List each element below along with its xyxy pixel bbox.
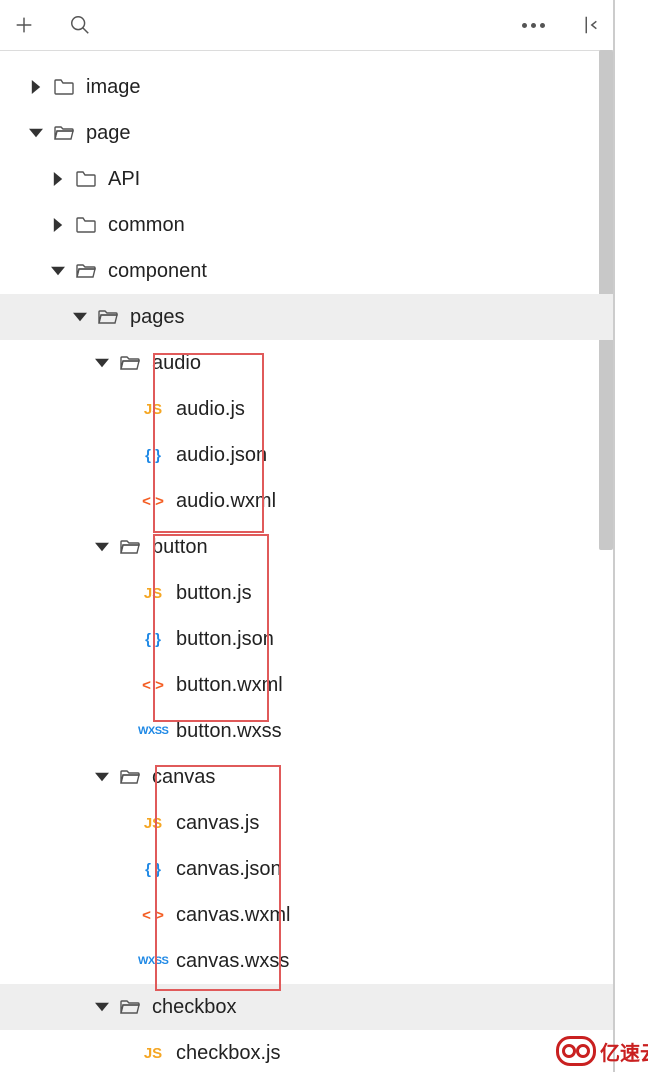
- tree-file[interactable]: JS checkbox.js: [0, 1030, 613, 1072]
- chevron-down-icon[interactable]: [94, 540, 110, 554]
- wxss-file-icon: WXSS: [138, 725, 168, 737]
- tree-file[interactable]: { } audio.json: [0, 432, 613, 478]
- tree-item-label: page: [86, 122, 131, 145]
- file-explorer-panel: image page API common component pages audio JS a…: [0, 0, 615, 1072]
- tree-file[interactable]: { } canvas.json: [0, 846, 613, 892]
- more-actions-button[interactable]: [519, 11, 547, 39]
- wxml-file-icon: < >: [138, 907, 168, 924]
- tree-item-label: canvas: [152, 766, 215, 789]
- folder-open-icon: [116, 535, 144, 559]
- tree-folder[interactable]: page: [0, 110, 613, 156]
- watermark-text: 亿速云: [600, 1037, 648, 1066]
- tree-folder[interactable]: audio: [0, 340, 613, 386]
- chevron-down-icon[interactable]: [50, 264, 66, 278]
- tree-folder[interactable]: pages: [0, 294, 613, 340]
- tree-folder[interactable]: image: [0, 64, 613, 110]
- tree-item-label: image: [86, 76, 140, 99]
- tree-item-label: canvas.wxss: [176, 950, 289, 973]
- json-file-icon: { }: [138, 861, 168, 878]
- tree-item-label: pages: [130, 306, 185, 329]
- folder-open-icon: [72, 259, 100, 283]
- search-icon: [69, 14, 91, 36]
- tree-item-label: audio.json: [176, 444, 267, 467]
- folder-icon: [50, 75, 78, 99]
- folder-open-icon: [94, 305, 122, 329]
- folder-open-icon: [116, 995, 144, 1019]
- search-button[interactable]: [66, 11, 94, 39]
- chevron-down-icon[interactable]: [28, 126, 44, 140]
- wxml-file-icon: < >: [138, 493, 168, 510]
- tree-item-label: button.js: [176, 582, 252, 605]
- chevron-right-icon[interactable]: [50, 218, 66, 232]
- js-file-icon: JS: [138, 815, 168, 832]
- tree-item-label: checkbox.js: [176, 1042, 281, 1065]
- chevron-down-icon[interactable]: [94, 770, 110, 784]
- collapse-panel-icon: [578, 14, 600, 36]
- js-file-icon: JS: [138, 585, 168, 602]
- folder-open-icon: [116, 765, 144, 789]
- tree-file[interactable]: WXSS button.wxss: [0, 708, 613, 754]
- tree-folder[interactable]: component: [0, 248, 613, 294]
- tree-item-label: button: [152, 536, 208, 559]
- tree-folder[interactable]: button: [0, 524, 613, 570]
- js-file-icon: JS: [138, 401, 168, 418]
- folder-open-icon: [50, 121, 78, 145]
- tree-item-label: button.json: [176, 628, 274, 651]
- tree-file[interactable]: JS button.js: [0, 570, 613, 616]
- chevron-down-icon[interactable]: [94, 1000, 110, 1014]
- tree-file[interactable]: < > canvas.wxml: [0, 892, 613, 938]
- tree-item-label: canvas.wxml: [176, 904, 290, 927]
- folder-icon: [72, 213, 100, 237]
- new-file-button[interactable]: [10, 11, 38, 39]
- tree-item-label: audio: [152, 352, 201, 375]
- json-file-icon: { }: [138, 447, 168, 464]
- tree-file[interactable]: < > button.wxml: [0, 662, 613, 708]
- collapse-panel-button[interactable]: [575, 11, 603, 39]
- folder-open-icon: [116, 351, 144, 375]
- folder-icon: [72, 167, 100, 191]
- tree-folder[interactable]: common: [0, 202, 613, 248]
- tree-item-label: button.wxml: [176, 674, 283, 697]
- tree-item-label: canvas.js: [176, 812, 259, 835]
- explorer-toolbar: [0, 0, 613, 51]
- chevron-right-icon[interactable]: [28, 80, 44, 94]
- chevron-down-icon[interactable]: [72, 310, 88, 324]
- tree-item-label: audio.js: [176, 398, 245, 421]
- watermark: 亿速云: [556, 1036, 648, 1066]
- tree-file[interactable]: < > audio.wxml: [0, 478, 613, 524]
- tree-item-label: checkbox: [152, 996, 237, 1019]
- tree-item-label: component: [108, 260, 207, 283]
- plus-icon: [13, 14, 35, 36]
- tree-file[interactable]: { } button.json: [0, 616, 613, 662]
- tree-folder[interactable]: checkbox: [0, 984, 613, 1030]
- tree-item-label: audio.wxml: [176, 490, 276, 513]
- wxss-file-icon: WXSS: [138, 955, 168, 967]
- tree-folder[interactable]: API: [0, 156, 613, 202]
- tree-folder[interactable]: canvas: [0, 754, 613, 800]
- chevron-down-icon[interactable]: [94, 356, 110, 370]
- tree-file[interactable]: JS audio.js: [0, 386, 613, 432]
- tree-item-label: canvas.json: [176, 858, 282, 881]
- tree-item-label: common: [108, 214, 185, 237]
- tree-file[interactable]: JS canvas.js: [0, 800, 613, 846]
- file-tree: image page API common component pages audio JS a…: [0, 50, 613, 1072]
- tree-item-label: button.wxss: [176, 720, 282, 743]
- tree-file[interactable]: WXSS canvas.wxss: [0, 938, 613, 984]
- watermark-icon: [556, 1036, 596, 1066]
- chevron-right-icon[interactable]: [50, 172, 66, 186]
- tree-viewport: image page API common component pages audio JS a…: [0, 50, 613, 1072]
- tree-item-label: API: [108, 168, 140, 191]
- js-file-icon: JS: [138, 1045, 168, 1062]
- json-file-icon: { }: [138, 631, 168, 648]
- wxml-file-icon: < >: [138, 677, 168, 694]
- more-icon: [522, 23, 545, 28]
